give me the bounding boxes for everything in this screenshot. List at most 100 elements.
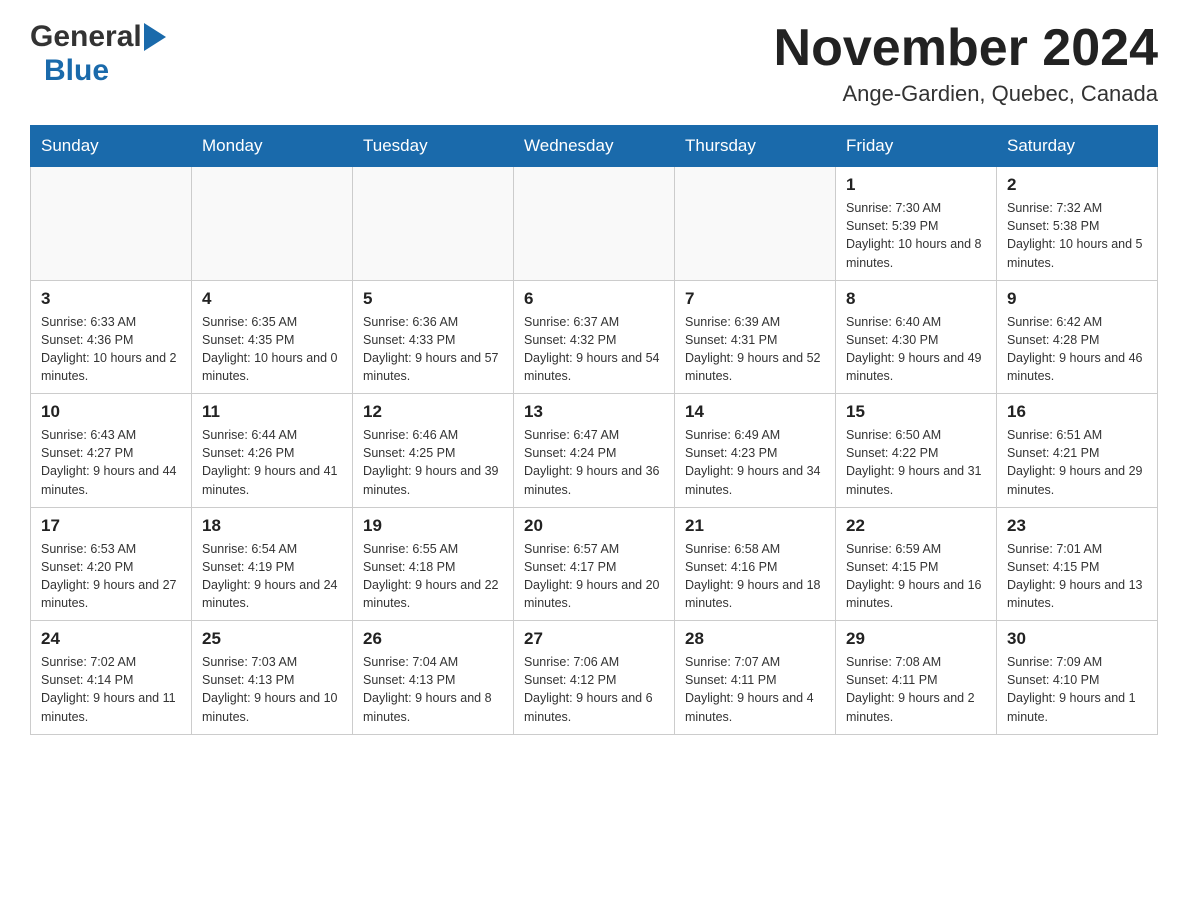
weekday-header-thursday: Thursday bbox=[675, 126, 836, 167]
calendar-cell bbox=[31, 167, 192, 281]
month-title: November 2024 bbox=[774, 20, 1158, 77]
day-number: 28 bbox=[685, 629, 825, 649]
calendar-cell: 7 Sunrise: 6:39 AM Sunset: 4:31 PM Daylig… bbox=[675, 280, 836, 394]
day-info: Sunrise: 7:30 AM Sunset: 5:39 PM Dayligh… bbox=[846, 199, 986, 272]
day-number: 8 bbox=[846, 289, 986, 309]
day-info: Sunrise: 6:36 AM Sunset: 4:33 PM Dayligh… bbox=[363, 313, 503, 386]
weekday-header-wednesday: Wednesday bbox=[514, 126, 675, 167]
weekday-header-tuesday: Tuesday bbox=[353, 126, 514, 167]
calendar-cell: 17 Sunrise: 6:53 AM Sunset: 4:20 PM Dayli… bbox=[31, 507, 192, 621]
calendar-cell: 30 Sunrise: 7:09 AM Sunset: 4:10 PM Dayli… bbox=[997, 621, 1158, 735]
day-number: 27 bbox=[524, 629, 664, 649]
location-title: Ange-Gardien, Quebec, Canada bbox=[774, 81, 1158, 107]
day-info: Sunrise: 6:43 AM Sunset: 4:27 PM Dayligh… bbox=[41, 426, 181, 499]
page-header: General Blue November 2024 Ange-Gardien,… bbox=[30, 20, 1158, 107]
calendar-header: SundayMondayTuesdayWednesdayThursdayFrid… bbox=[31, 126, 1158, 167]
calendar-cell: 8Sunrise: 6:40 AM Sunset: 4:30 PM Daylig… bbox=[836, 280, 997, 394]
day-number: 25 bbox=[202, 629, 342, 649]
calendar-cell: 16Sunrise: 6:51 AM Sunset: 4:21 PM Dayli… bbox=[997, 394, 1158, 508]
day-info: Sunrise: 6:50 AM Sunset: 4:22 PM Dayligh… bbox=[846, 426, 986, 499]
day-number: 6 bbox=[524, 289, 664, 309]
calendar-cell: 25Sunrise: 7:03 AM Sunset: 4:13 PM Dayli… bbox=[192, 621, 353, 735]
calendar-week-1: 3 Sunrise: 6:33 AM Sunset: 4:36 PM Daylig… bbox=[31, 280, 1158, 394]
day-number: 14 bbox=[685, 402, 825, 422]
calendar-cell: 10 Sunrise: 6:43 AM Sunset: 4:27 PM Dayli… bbox=[31, 394, 192, 508]
calendar-cell: 6 Sunrise: 6:37 AM Sunset: 4:32 PM Daylig… bbox=[514, 280, 675, 394]
calendar-cell bbox=[353, 167, 514, 281]
weekday-header-saturday: Saturday bbox=[997, 126, 1158, 167]
day-info: Sunrise: 6:59 AM Sunset: 4:15 PM Dayligh… bbox=[846, 540, 986, 613]
day-info: Sunrise: 6:46 AM Sunset: 4:25 PM Dayligh… bbox=[363, 426, 503, 499]
title-block: November 2024 Ange-Gardien, Quebec, Cana… bbox=[774, 20, 1158, 107]
day-number: 30 bbox=[1007, 629, 1147, 649]
calendar-cell: 5Sunrise: 6:36 AM Sunset: 4:33 PM Daylig… bbox=[353, 280, 514, 394]
day-info: Sunrise: 6:37 AM Sunset: 4:32 PM Dayligh… bbox=[524, 313, 664, 386]
day-info: Sunrise: 7:02 AM Sunset: 4:14 PM Dayligh… bbox=[41, 653, 181, 726]
day-info: Sunrise: 7:06 AM Sunset: 4:12 PM Dayligh… bbox=[524, 653, 664, 726]
day-info: Sunrise: 7:09 AM Sunset: 4:10 PM Dayligh… bbox=[1007, 653, 1147, 726]
day-info: Sunrise: 6:33 AM Sunset: 4:36 PM Dayligh… bbox=[41, 313, 181, 386]
day-number: 26 bbox=[363, 629, 503, 649]
calendar-cell: 20 Sunrise: 6:57 AM Sunset: 4:17 PM Dayli… bbox=[514, 507, 675, 621]
day-number: 21 bbox=[685, 516, 825, 536]
day-number: 3 bbox=[41, 289, 181, 309]
calendar-cell: 14 Sunrise: 6:49 AM Sunset: 4:23 PM Dayli… bbox=[675, 394, 836, 508]
day-number: 2 bbox=[1007, 175, 1147, 195]
calendar-body: 1Sunrise: 7:30 AM Sunset: 5:39 PM Daylig… bbox=[31, 167, 1158, 735]
day-info: Sunrise: 6:49 AM Sunset: 4:23 PM Dayligh… bbox=[685, 426, 825, 499]
calendar-cell: 29 Sunrise: 7:08 AM Sunset: 4:11 PM Dayli… bbox=[836, 621, 997, 735]
calendar-cell: 4Sunrise: 6:35 AM Sunset: 4:35 PM Daylig… bbox=[192, 280, 353, 394]
weekday-header-row: SundayMondayTuesdayWednesdayThursdayFrid… bbox=[31, 126, 1158, 167]
day-number: 16 bbox=[1007, 402, 1147, 422]
day-info: Sunrise: 6:58 AM Sunset: 4:16 PM Dayligh… bbox=[685, 540, 825, 613]
day-number: 7 bbox=[685, 289, 825, 309]
day-info: Sunrise: 6:42 AM Sunset: 4:28 PM Dayligh… bbox=[1007, 313, 1147, 386]
day-info: Sunrise: 6:53 AM Sunset: 4:20 PM Dayligh… bbox=[41, 540, 181, 613]
calendar-table: SundayMondayTuesdayWednesdayThursdayFrid… bbox=[30, 125, 1158, 735]
day-info: Sunrise: 6:54 AM Sunset: 4:19 PM Dayligh… bbox=[202, 540, 342, 613]
calendar-cell bbox=[192, 167, 353, 281]
calendar-cell: 23 Sunrise: 7:01 AM Sunset: 4:15 PM Dayli… bbox=[997, 507, 1158, 621]
calendar-week-3: 17 Sunrise: 6:53 AM Sunset: 4:20 PM Dayli… bbox=[31, 507, 1158, 621]
calendar-cell bbox=[675, 167, 836, 281]
calendar-cell: 27 Sunrise: 7:06 AM Sunset: 4:12 PM Dayli… bbox=[514, 621, 675, 735]
calendar-cell bbox=[514, 167, 675, 281]
calendar-cell: 2Sunrise: 7:32 AM Sunset: 5:38 PM Daylig… bbox=[997, 167, 1158, 281]
calendar-week-4: 24 Sunrise: 7:02 AM Sunset: 4:14 PM Dayli… bbox=[31, 621, 1158, 735]
day-number: 19 bbox=[363, 516, 503, 536]
calendar-cell: 15 Sunrise: 6:50 AM Sunset: 4:22 PM Dayli… bbox=[836, 394, 997, 508]
calendar-cell: 3 Sunrise: 6:33 AM Sunset: 4:36 PM Daylig… bbox=[31, 280, 192, 394]
calendar-cell: 26 Sunrise: 7:04 AM Sunset: 4:13 PM Dayli… bbox=[353, 621, 514, 735]
weekday-header-monday: Monday bbox=[192, 126, 353, 167]
calendar-cell: 24 Sunrise: 7:02 AM Sunset: 4:14 PM Dayli… bbox=[31, 621, 192, 735]
logo: General Blue bbox=[30, 20, 166, 88]
day-info: Sunrise: 6:35 AM Sunset: 4:35 PM Dayligh… bbox=[202, 313, 342, 386]
day-number: 20 bbox=[524, 516, 664, 536]
calendar-cell: 21 Sunrise: 6:58 AM Sunset: 4:16 PM Dayli… bbox=[675, 507, 836, 621]
calendar-cell: 1Sunrise: 7:30 AM Sunset: 5:39 PM Daylig… bbox=[836, 167, 997, 281]
day-info: Sunrise: 7:08 AM Sunset: 4:11 PM Dayligh… bbox=[846, 653, 986, 726]
day-info: Sunrise: 6:39 AM Sunset: 4:31 PM Dayligh… bbox=[685, 313, 825, 386]
logo-arrow-icon bbox=[144, 23, 166, 51]
day-number: 13 bbox=[524, 402, 664, 422]
day-number: 15 bbox=[846, 402, 986, 422]
calendar-cell: 12Sunrise: 6:46 AM Sunset: 4:25 PM Dayli… bbox=[353, 394, 514, 508]
day-number: 29 bbox=[846, 629, 986, 649]
day-info: Sunrise: 7:04 AM Sunset: 4:13 PM Dayligh… bbox=[363, 653, 503, 726]
day-info: Sunrise: 6:47 AM Sunset: 4:24 PM Dayligh… bbox=[524, 426, 664, 499]
day-info: Sunrise: 6:44 AM Sunset: 4:26 PM Dayligh… bbox=[202, 426, 342, 499]
day-info: Sunrise: 7:01 AM Sunset: 4:15 PM Dayligh… bbox=[1007, 540, 1147, 613]
calendar-cell: 9 Sunrise: 6:42 AM Sunset: 4:28 PM Daylig… bbox=[997, 280, 1158, 394]
day-number: 11 bbox=[202, 402, 342, 422]
calendar-week-2: 10 Sunrise: 6:43 AM Sunset: 4:27 PM Dayli… bbox=[31, 394, 1158, 508]
day-number: 24 bbox=[41, 629, 181, 649]
day-number: 10 bbox=[41, 402, 181, 422]
day-info: Sunrise: 6:57 AM Sunset: 4:17 PM Dayligh… bbox=[524, 540, 664, 613]
calendar-cell: 22Sunrise: 6:59 AM Sunset: 4:15 PM Dayli… bbox=[836, 507, 997, 621]
day-number: 17 bbox=[41, 516, 181, 536]
day-info: Sunrise: 7:07 AM Sunset: 4:11 PM Dayligh… bbox=[685, 653, 825, 726]
day-number: 9 bbox=[1007, 289, 1147, 309]
calendar-cell: 28 Sunrise: 7:07 AM Sunset: 4:11 PM Dayli… bbox=[675, 621, 836, 735]
day-number: 23 bbox=[1007, 516, 1147, 536]
calendar-cell: 19Sunrise: 6:55 AM Sunset: 4:18 PM Dayli… bbox=[353, 507, 514, 621]
